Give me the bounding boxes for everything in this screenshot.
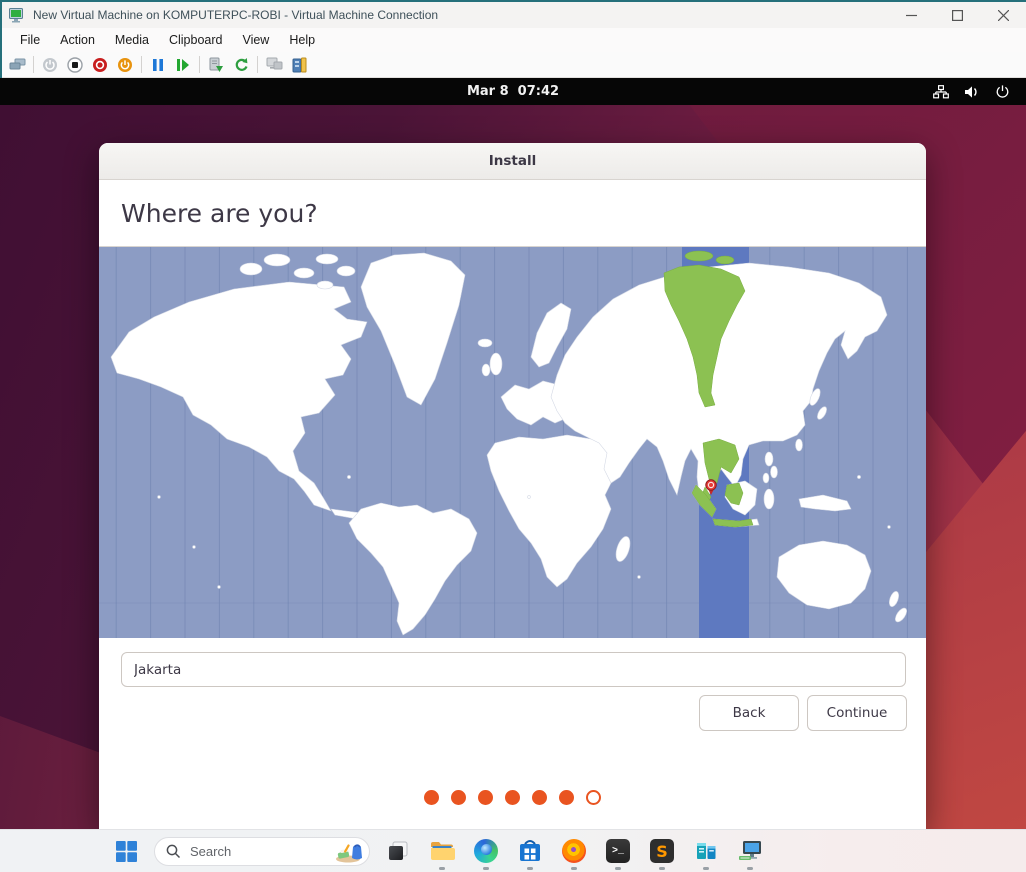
enhanced-session-icon[interactable] [265,56,283,74]
stop-icon[interactable] [66,56,84,74]
progress-dot [532,790,547,805]
taskbar-app-microsoft-store[interactable] [508,831,552,871]
ctrl-alt-del-icon[interactable] [8,56,26,74]
taskbar-app-firefox[interactable] [552,831,596,871]
start-button[interactable] [104,831,148,871]
taskbar-app-sublime-text[interactable]: S [640,831,684,871]
menu-view[interactable]: View [232,30,279,50]
microsoft-store-icon [517,838,543,864]
running-indicator [615,867,621,870]
pause-icon[interactable] [149,56,167,74]
turn-off-icon[interactable] [91,56,109,74]
screen: New Virtual Machine on KOMPUTERPC-ROBI -… [0,0,1026,872]
sublime-text-icon: S [650,839,674,863]
progress-dot [559,790,574,805]
search-box[interactable]: Search [154,837,370,866]
close-icon [998,10,1009,21]
progress-dot [586,790,601,805]
minimize-button[interactable] [888,2,934,28]
vm-titlebar: New Virtual Machine on KOMPUTERPC-ROBI -… [2,2,1026,28]
export-icon[interactable] [290,56,308,74]
running-indicator [659,867,665,870]
taskbar-app-edge[interactable] [464,831,508,871]
menu-clipboard[interactable]: Clipboard [159,30,233,50]
search-label: Search [190,844,335,859]
vm-display: Mar 8 07:42 [0,78,1026,829]
window-title: New Virtual Machine on KOMPUTERPC-ROBI -… [33,8,438,22]
clock-time: 07:42 [518,84,559,99]
vm-app-icon [9,8,26,23]
edge-icon [474,839,498,863]
maximize-icon [952,10,963,21]
menu-file[interactable]: File [10,30,50,50]
progress-dot [451,790,466,805]
power-icon [995,84,1010,99]
taskbar-app-hyper-v-manager[interactable] [684,831,728,871]
windows-taskbar: Search [0,829,1026,872]
running-indicator [571,867,577,870]
search-icon [166,844,181,859]
resume-icon[interactable] [174,56,192,74]
taskbar-app-file-explorer[interactable] [420,831,464,871]
running-indicator [483,867,489,870]
windows-logo-icon [116,841,137,862]
running-indicator [703,867,709,870]
terminal-icon: >_ [606,839,630,863]
dialog-header[interactable]: Install [99,143,926,180]
progress-dot [505,790,520,805]
minimize-icon [906,10,917,21]
volume-icon [964,85,980,99]
progress-dots [99,790,926,805]
power-icon[interactable] [41,56,59,74]
menu-action[interactable]: Action [50,30,105,50]
close-button[interactable] [980,2,1026,28]
toolbar-separator [257,56,258,73]
network-workgroup-icon [933,85,949,99]
installer-dialog: Install Where are you? [99,143,926,829]
location-input[interactable] [121,652,906,687]
menu-help[interactable]: Help [279,30,325,50]
toolbar-separator [141,56,142,73]
maximize-button[interactable] [934,2,980,28]
timezone-map[interactable] [99,247,926,638]
toolbar-separator [199,56,200,73]
shutdown-icon[interactable] [116,56,134,74]
file-explorer-icon [429,838,455,864]
clock-date: Mar 8 [467,84,509,99]
firefox-icon [562,839,586,863]
vm-toolbar [2,52,1026,78]
running-indicator [527,867,533,870]
vm-connection-icon [737,838,763,864]
taskbar-app-vm-connection[interactable] [728,831,772,871]
clock-button[interactable]: Mar 8 07:42 [467,84,559,99]
progress-dot [424,790,439,805]
vm-menubar: File Action Media Clipboard View Help [2,28,1026,52]
checkpoint-icon[interactable] [207,56,225,74]
task-view-icon [387,840,409,862]
taskbar-app-terminal[interactable]: >_ [596,831,640,871]
progress-dot [478,790,493,805]
continue-button[interactable]: Continue [807,695,907,731]
task-view-button[interactable] [376,831,420,871]
revert-icon[interactable] [232,56,250,74]
menu-media[interactable]: Media [105,30,159,50]
vm-window-chrome: New Virtual Machine on KOMPUTERPC-ROBI -… [0,0,1026,78]
back-button[interactable]: Back [699,695,799,731]
toolbar-separator [33,56,34,73]
dialog-title: Install [489,153,537,169]
running-indicator [747,867,753,870]
running-indicator [439,867,445,870]
search-highlight-graphic [335,840,365,863]
hyper-v-manager-icon [693,838,719,864]
page-title: Where are you? [121,199,318,228]
system-status-area[interactable] [933,78,1010,105]
ubuntu-topbar: Mar 8 07:42 [0,78,1026,105]
